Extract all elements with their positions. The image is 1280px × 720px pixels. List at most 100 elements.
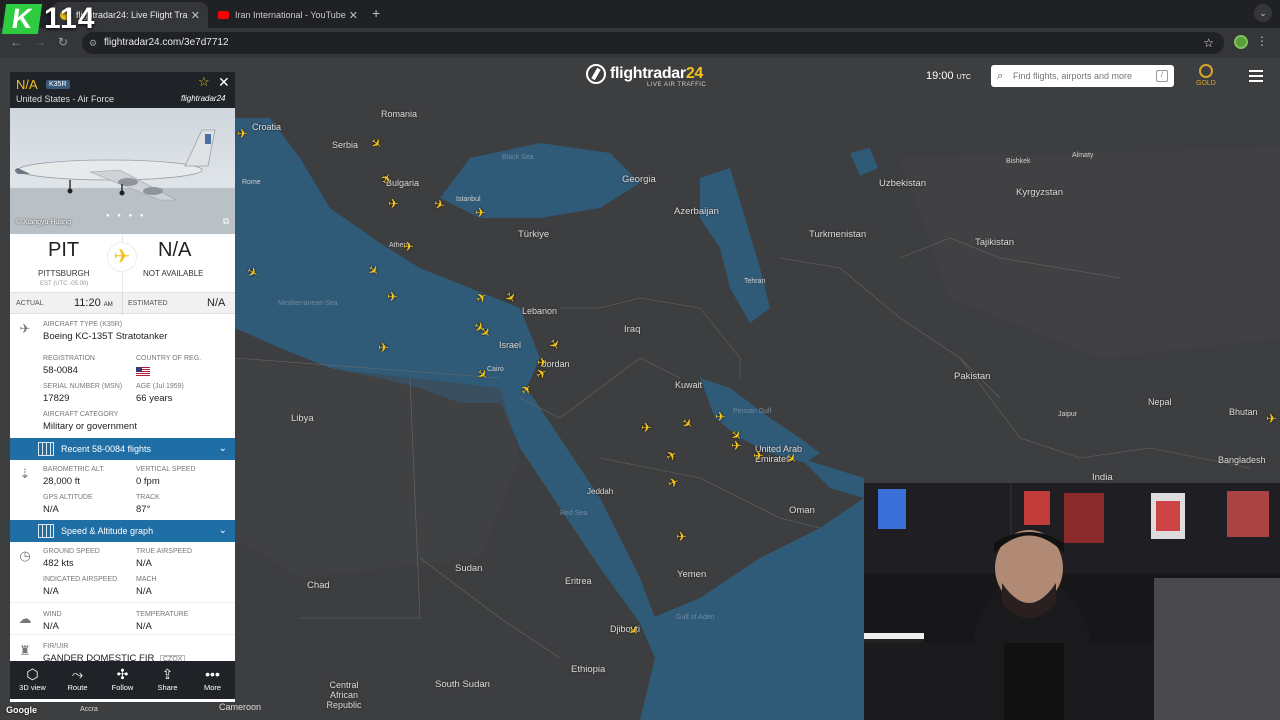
aircraft-info-section: ✈ AIRCRAFT TYPE (K35R) Boeing KC-135T St… bbox=[10, 315, 235, 438]
gps-alt-value: N/A bbox=[43, 504, 59, 515]
aircraft-icon[interactable]: ✈ bbox=[715, 410, 726, 423]
screen: flightradar24: Live Flight Tra ✕ Iran In… bbox=[0, 0, 1280, 720]
category-label: AIRCRAFT CATEGORY bbox=[43, 411, 119, 418]
label-accra: Accra bbox=[80, 706, 98, 713]
speed-section: ◷ GROUND SPEED 482 kts TRUE AIRSPEED N/A… bbox=[10, 542, 235, 602]
share-button[interactable]: ⇪ Share bbox=[145, 661, 190, 699]
route-icon: ⤳ bbox=[71, 666, 84, 682]
new-tab-plus-icon[interactable]: + bbox=[372, 5, 380, 21]
aircraft-icon[interactable]: ✈ bbox=[378, 341, 389, 354]
aircraft-icon[interactable]: ✈ bbox=[403, 240, 414, 253]
profile-avatar[interactable] bbox=[1234, 35, 1248, 49]
search-icon: ⌕ bbox=[997, 70, 1004, 82]
callsign: N/A bbox=[16, 77, 38, 92]
label-lebanon: Lebanon bbox=[522, 306, 558, 316]
bookmark-star-icon[interactable]: ☆ bbox=[1203, 32, 1214, 54]
airplane-icon: ✈ bbox=[19, 321, 31, 336]
search-input[interactable]: ⌕ Find flights, airports and more / bbox=[991, 65, 1174, 87]
utc-clock: 19:00 UTC bbox=[926, 70, 971, 82]
external-link-icon[interactable]: ⧉ bbox=[223, 216, 229, 227]
aircraft-icon[interactable]: ✈ bbox=[641, 421, 652, 434]
label-tehran: Tehran bbox=[744, 278, 766, 285]
aircraft-type-label: AIRCRAFT TYPE (K35R) bbox=[43, 321, 123, 328]
vertical-speed-value: 0 fpm bbox=[136, 476, 160, 487]
track-label: TRACK bbox=[136, 494, 160, 501]
flight-times: ACTUAL 11:20 AM ESTIMATED N/A bbox=[10, 292, 235, 315]
back-arrow-icon[interactable]: ← bbox=[10, 35, 22, 49]
photo-credit: © Xiangyu Huang bbox=[16, 219, 71, 226]
label-romania: Romania bbox=[381, 109, 418, 119]
more-button[interactable]: ••• More bbox=[190, 661, 235, 699]
label-persian-gulf: Persian Gulf bbox=[733, 408, 772, 415]
label-israel: Israel bbox=[499, 340, 522, 350]
altitude-icon: ⇣ bbox=[19, 466, 31, 481]
recent-flights-toggle[interactable]: Recent 58-0084 flights ⌄ bbox=[10, 438, 235, 460]
tab-search-chevron-icon[interactable]: ⌄ bbox=[1254, 4, 1272, 22]
label-sudan: Sudan bbox=[455, 563, 483, 574]
country-label: COUNTRY OF REG. bbox=[136, 355, 202, 362]
recent-flights-label: Recent 58-0084 flights bbox=[61, 444, 152, 454]
address-bar[interactable]: ⚙ flightradar24.com/3e7d7712 ☆ bbox=[82, 32, 1224, 54]
aircraft-photo[interactable]: © Xiangyu Huang ● ● ● ● ⧉ bbox=[10, 108, 235, 234]
favorite-star-icon[interactable]: ☆ bbox=[198, 74, 210, 90]
us-flag-icon bbox=[136, 366, 150, 377]
label-oman: Oman bbox=[789, 505, 815, 516]
tab-youtube[interactable]: Iran International - YouTube ✕ bbox=[210, 2, 366, 28]
label-almaty: Almaty bbox=[1072, 152, 1094, 159]
tab-title: Iran International - YouTube bbox=[235, 10, 346, 20]
fir-section: ♜ FIR/UIR GANDER DOMESTIC FIR CZQX bbox=[10, 634, 235, 664]
photo-carousel-dots[interactable]: ● ● ● ● bbox=[106, 213, 147, 219]
streamer-webcam-image bbox=[864, 483, 1280, 720]
reload-icon[interactable]: ↻ bbox=[58, 35, 68, 49]
label-bhutan: Bhutan bbox=[1229, 407, 1258, 417]
label-mediterranean: Mediterranean Sea bbox=[278, 300, 338, 307]
close-tab-icon[interactable]: ✕ bbox=[349, 9, 358, 22]
track-value: 87° bbox=[136, 504, 151, 515]
action-label: Follow bbox=[111, 683, 134, 692]
radar-ring-icon bbox=[586, 64, 606, 84]
aircraft-icon[interactable]: ✈ bbox=[676, 530, 687, 543]
aircraft-type-value: Boeing KC-135T Stratotanker bbox=[43, 331, 168, 342]
action-label: 3D view bbox=[19, 683, 46, 692]
aircraft-icon[interactable]: ✈ bbox=[237, 127, 248, 140]
aircraft-icon[interactable]: ✈ bbox=[387, 290, 398, 303]
search-placeholder: Find flights, airports and more bbox=[1013, 71, 1133, 81]
mach-value: N/A bbox=[136, 586, 152, 597]
aircraft-icon[interactable]: ✈ bbox=[475, 206, 486, 219]
weather-section: ☁ WIND N/A TEMPERATURE N/A bbox=[10, 602, 235, 634]
follow-button[interactable]: ✣ Follow bbox=[100, 661, 145, 699]
speed-altitude-graph-toggle[interactable]: Speed & Altitude graph ⌄ bbox=[10, 520, 235, 542]
temperature-value: N/A bbox=[136, 621, 152, 632]
speedometer-icon: ◷ bbox=[19, 548, 31, 563]
close-panel-icon[interactable]: ✕ bbox=[218, 74, 230, 91]
fr24-logo[interactable]: flightradar24 bbox=[586, 64, 703, 84]
gold-account-button[interactable]: GOLD bbox=[1196, 64, 1216, 87]
forward-arrow-icon[interactable]: → bbox=[34, 35, 46, 49]
actual-time-suffix: AM bbox=[103, 302, 113, 308]
aircraft-icon[interactable]: ✈ bbox=[753, 449, 764, 462]
hamburger-menu-icon[interactable] bbox=[1249, 70, 1263, 85]
panel-brand-logo: flightradar24 bbox=[181, 94, 226, 103]
aircraft-icon[interactable]: ✈ bbox=[731, 439, 742, 452]
label-georgia: Georgia bbox=[622, 174, 656, 185]
3d-view-button[interactable]: ⬡ 3D view bbox=[10, 661, 55, 699]
chevron-down-icon: ⌄ bbox=[218, 443, 227, 454]
aircraft-icon[interactable]: ✈ bbox=[1266, 412, 1277, 425]
registration-label: REGISTRATION bbox=[43, 355, 95, 362]
wind-value: N/A bbox=[43, 621, 59, 632]
webcam-overlay bbox=[864, 483, 1280, 720]
label-ethiopia: Ethiopia bbox=[571, 664, 606, 675]
logo-text: flightradar24 bbox=[610, 65, 704, 82]
label-tajikistan: Tajikistan bbox=[975, 237, 1015, 248]
route-button[interactable]: ⤳ Route bbox=[55, 661, 100, 699]
gold-label: GOLD bbox=[1196, 80, 1216, 87]
kick-logo: K bbox=[1, 3, 43, 34]
panel-action-bar: ⬡ 3D view ⤳ Route ✣ Follow ⇪ Share ••• More bbox=[10, 661, 235, 699]
origin-code[interactable]: PIT bbox=[48, 239, 79, 262]
graph-label: Speed & Altitude graph bbox=[61, 526, 154, 536]
serial-label: SERIAL NUMBER (MSN) bbox=[43, 383, 123, 390]
close-tab-icon[interactable]: ✕ bbox=[191, 9, 200, 22]
browser-menu-icon[interactable]: ⋮ bbox=[1256, 34, 1268, 48]
route-summary: PIT PITTSBURGH EST (UTC -05:00) ✈ N/A NO… bbox=[10, 234, 235, 292]
aircraft-icon[interactable]: ✈ bbox=[388, 197, 399, 210]
